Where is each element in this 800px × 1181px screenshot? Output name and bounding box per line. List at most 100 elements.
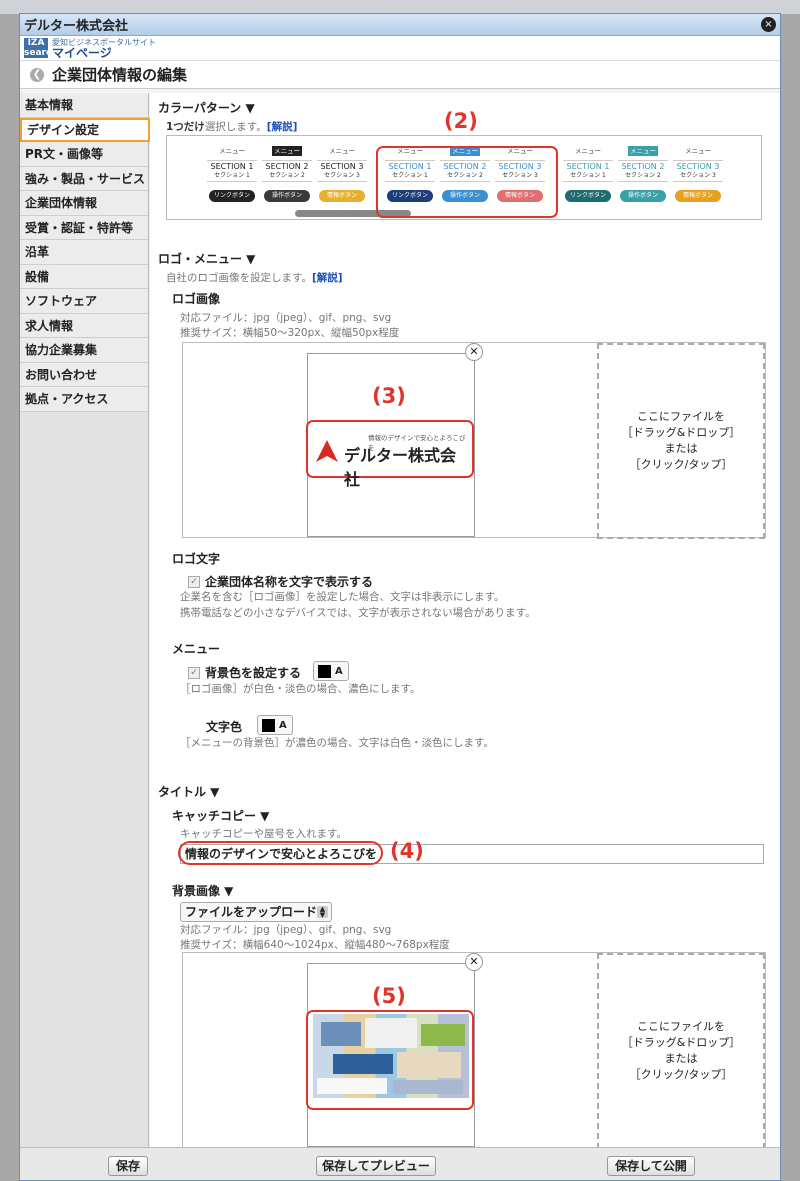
save-preview-button[interactable]: 保存してプレビュー (316, 1156, 436, 1176)
back-arrow-icon[interactable]: ❮ (30, 67, 44, 82)
theme-section-label: SECTION 1 セクション 1 (563, 160, 613, 182)
show-name-checkbox[interactable]: ✓ 企業団体名称を文字で表示する (188, 573, 373, 590)
text-color-picker[interactable]: A (257, 715, 293, 735)
annotation-4: (4) (390, 839, 424, 863)
color-pattern-help-link[interactable]: [解説] (267, 121, 298, 133)
brand-title[interactable]: マイページ (52, 47, 156, 59)
bg-upload-area: (5) ✕ ここにファイルを ［ドラッグ&ドロップ］ または ［クリック/タップ… (182, 952, 766, 1147)
logo-menu-note: 自社のロゴ画像を設定します。[解説] (166, 271, 343, 286)
sidebar-item-company-info[interactable]: 企業団体情報 (20, 191, 148, 216)
swatch-letter: A (335, 665, 343, 677)
sidebar-item-basic-info[interactable]: 基本情報 (20, 93, 148, 118)
theme-column: メニュー SECTION 2 セクション 2 操作ボタン (262, 146, 312, 202)
annotation-box-5 (306, 1010, 474, 1110)
edit-dialog: デルター株式会社 × IZA search 愛知ビジネスポータルサイト マイペー… (19, 13, 781, 1181)
color-swatch (318, 664, 331, 678)
swatch-letter: A (279, 719, 287, 731)
note-rest: 選択します。 (204, 121, 267, 133)
color-pattern-heading[interactable]: カラーパターン ▼ (158, 99, 255, 116)
footer-bar: 保存 保存してプレビュー 保存して公開 (20, 1147, 780, 1180)
color-swatch (262, 718, 275, 732)
sidebar-item-equipment[interactable]: 設備 (20, 264, 148, 289)
background-left (0, 14, 19, 1181)
save-button[interactable]: 保存 (108, 1156, 148, 1176)
text-color-note: ［メニューの背景色］が濃色の場合、文字は白色・淡色にします。 (180, 737, 494, 749)
menu-heading: メニュー (172, 642, 221, 656)
theme-column: メニュー SECTION 3 セクション 3 情報ボタン (673, 146, 723, 202)
title-heading[interactable]: タイトル ▼ (158, 783, 219, 800)
theme-menu-label: メニュー (272, 146, 302, 156)
bg-size: 推奨サイズ：横幅640～1024px、縦幅480～768px程度 (180, 939, 450, 951)
bg-image-source-select[interactable]: ファイルをアップロード ▲ ▼ (180, 902, 332, 922)
background-right (781, 14, 800, 1181)
sidebar-item-contact[interactable]: お問い合わせ (20, 362, 148, 387)
check-icon[interactable]: ✓ (188, 575, 200, 588)
logo-preview: (3) 情報のデザインで安心とよろこびを デルター株式会社 (306, 353, 475, 537)
logo-menu-heading[interactable]: ロゴ・メニュー ▼ (158, 250, 255, 267)
check-icon[interactable]: ✓ (188, 666, 200, 679)
bg-formats: 対応ファイル：jpg（jpeg）、gif、png、svg (180, 924, 392, 936)
catch-note: キャッチコピーや屋号を入れます。 (180, 828, 347, 840)
sidebar-item-pr-text[interactable]: PR文・画像等 (20, 142, 148, 167)
background-strip (0, 0, 800, 14)
main-content: カラーパターン ▼ 1つだけ選択します。[解説] (2) メニュー SECTION… (150, 93, 780, 1147)
logo-drop-zone[interactable]: ここにファイルを ［ドラッグ&ドロップ］ または ［クリック/タップ］ (597, 343, 765, 539)
menu-bg-note: ［ロゴ画像］が白色・淡色の場合、濃色にします。 (180, 683, 421, 695)
menu-bg-color-picker[interactable]: A (313, 661, 349, 681)
bg-image-heading[interactable]: 背景画像 ▼ (172, 882, 233, 899)
sidebar-item-design-settings[interactable]: デザイン設定 (20, 117, 150, 142)
color-theme-option[interactable]: メニュー SECTION 1 セクション 1 リンクボタン メニュー SECTION 2セ… (207, 146, 372, 216)
theme-button-sample: 情報ボタン (675, 190, 721, 202)
logo-size: 推奨サイズ：横幅50～320px、縦幅50px程度 (180, 327, 400, 339)
bg-drop-zone[interactable]: ここにファイルを ［ドラッグ&ドロップ］ または ［クリック/タップ］ (597, 953, 765, 1147)
sidebar-item-awards[interactable]: 受賞・認証・特許等 (20, 215, 148, 240)
page-title: 企業団体情報の編集 (52, 66, 188, 84)
drop-line-4: ［クリック/タップ］ (629, 458, 733, 471)
theme-section-label: SECTION 2 セクション 2 (262, 160, 312, 182)
sidebar-item-locations[interactable]: 拠点・アクセス (20, 387, 148, 412)
save-publish-button[interactable]: 保存して公開 (607, 1156, 695, 1176)
drop-line-2: ［ドラッグ&ドロップ］ (621, 426, 741, 439)
logo-formats: 対応ファイル：jpg（jpeg）、gif、png、svg (180, 312, 392, 324)
color-pattern-note: 1つだけ選択します。[解説] (166, 120, 297, 135)
logo-upload-area: (3) 情報のデザインで安心とよろこびを デルター株式会社 ✕ ここにファイルを… (182, 342, 766, 539)
company-logo: 情報のデザインで安心とよろこびを デルター株式会社 (314, 426, 470, 489)
annotation-3: (3) (372, 384, 406, 408)
sidebar-item-software[interactable]: ソフトウェア (20, 289, 148, 314)
remove-logo-icon[interactable]: ✕ (465, 343, 483, 361)
drop-line-1: ここにファイルを (636, 410, 725, 423)
catch-heading[interactable]: キャッチコピー ▼ (172, 807, 269, 824)
annotation-box-4 (178, 841, 383, 865)
remove-bg-icon[interactable]: ✕ (465, 953, 483, 971)
theme-column: メニュー SECTION 1 セクション 1 リンクボタン (563, 146, 613, 202)
theme-section-label: SECTION 3 セクション 3 (317, 160, 367, 182)
theme-menu-label: メニュー (329, 147, 355, 155)
logo-menu-help-link[interactable]: [解説] (312, 272, 343, 284)
sidebar-item-partners[interactable]: 協力企業募集 (20, 338, 148, 363)
sidebar-item-jobs[interactable]: 求人情報 (20, 313, 148, 338)
note-prefix: 1つだけ (166, 121, 205, 133)
logo-text-heading: ロゴ文字 (172, 552, 221, 566)
color-theme-option[interactable]: メニュー SECTION 1 セクション 1 リンクボタン メニュー SECTION 2セ… (563, 146, 728, 216)
dialog-title: デルター株式会社 (24, 19, 129, 34)
brand-bar: IZA search 愛知ビジネスポータルサイト マイページ (20, 36, 780, 61)
logo-text-note-1: 企業名を含む［ロゴ画像］を設定した場合、文字は非表示にします。 (180, 591, 505, 603)
theme-section-label: SECTION 3 セクション 3 (673, 160, 723, 182)
menu-bg-label: 背景色を設定する (205, 666, 302, 680)
sidebar-item-history[interactable]: 沿革 (20, 240, 148, 265)
theme-menu-label: メニュー (628, 146, 658, 156)
logo-image-heading: ロゴ画像 (172, 292, 221, 306)
theme-menu-label: メニュー (219, 147, 245, 155)
bg-preview: (5) (306, 963, 475, 1147)
annotation-5: (5) (372, 984, 406, 1008)
sidebar-item-strengths[interactable]: 強み・製品・サービス (20, 166, 148, 191)
dialog-titlebar: デルター株式会社 (20, 14, 780, 36)
theme-button-sample: 操作ボタン (264, 190, 310, 202)
drop-line-3: または (664, 442, 698, 455)
logo-name: デルター株式会社 (344, 446, 457, 489)
theme-section-label: SECTION 1 セクション 1 (207, 160, 257, 182)
menu-bg-checkbox[interactable]: ✓ 背景色を設定する (188, 664, 301, 681)
theme-column: メニュー SECTION 1 セクション 1 リンクボタン (207, 146, 257, 202)
theme-menu-label: メニュー (685, 147, 711, 155)
close-icon[interactable]: × (761, 17, 776, 32)
